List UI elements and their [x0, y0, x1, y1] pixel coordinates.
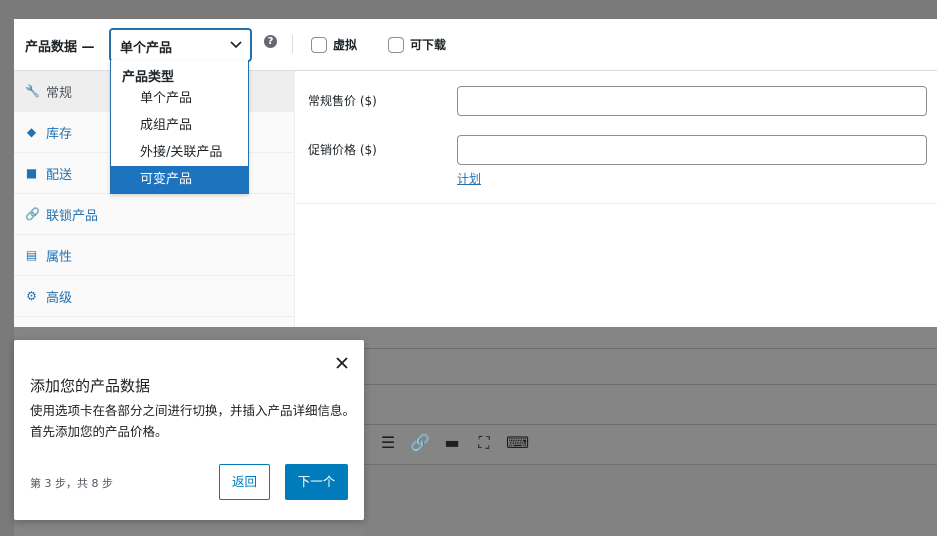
dropdown-group-label: 产品类型 — [122, 70, 175, 85]
editor-divider — [364, 348, 937, 349]
align-right-icon[interactable]: ☰ — [378, 433, 398, 453]
list-icon: ▤ — [25, 248, 38, 262]
dropdown-option-grouped[interactable]: 成组产品 — [111, 112, 248, 139]
tab-label: 属性 — [46, 249, 73, 265]
panel-title: 产品数据 — — [25, 40, 95, 55]
link-icon: 🔗 — [25, 207, 40, 221]
downloadable-checkbox-wrap[interactable]: 可下载 — [388, 36, 446, 53]
virtual-checkbox[interactable] — [311, 36, 327, 53]
tour-title: 添加您的产品数据 — [30, 377, 151, 395]
editor-content[interactable] — [364, 464, 937, 536]
sale-price-label: 促销价格 ($) — [308, 143, 377, 157]
editor-toolbar: ☰ 🔗 ▬ ⛶ ⌨ — [378, 433, 529, 453]
fullscreen-icon[interactable]: ⛶ — [474, 433, 494, 453]
product-type-dropdown: 产品类型 单个产品 成组产品 外接/关联产品 可变产品 — [110, 60, 249, 194]
sale-price-input[interactable] — [457, 135, 927, 165]
gear-icon: ⚙ — [26, 289, 37, 303]
tab-attributes[interactable]: ▤ 属性 — [14, 235, 295, 276]
tab-label: 高级 — [46, 290, 73, 306]
tab-label: 联锁产品 — [46, 208, 99, 224]
tag-icon: ◆ — [26, 125, 37, 139]
editor-divider — [364, 384, 937, 385]
tour-step-counter: 第 3 步，共 8 步 — [30, 477, 113, 490]
tab-label: 库存 — [46, 126, 73, 142]
truck-icon: ■ — [25, 166, 38, 180]
tab-label: 常规 — [46, 85, 73, 101]
product-type-select[interactable]: 单个产品 — [110, 29, 251, 61]
keyboard-icon[interactable]: ⌨ — [506, 433, 529, 453]
dropdown-option-simple[interactable]: 单个产品 — [111, 85, 248, 112]
close-icon[interactable] — [336, 355, 348, 373]
wrench-icon: 🔧 — [25, 84, 40, 98]
regular-price-label: 常规售价 ($) — [308, 94, 377, 108]
chevron-down-icon — [230, 36, 242, 57]
virtual-label: 虚拟 — [333, 38, 358, 52]
virtual-checkbox-wrap[interactable]: 虚拟 — [311, 36, 357, 53]
schedule-link[interactable]: 计划 — [457, 170, 481, 187]
downloadable-label: 可下载 — [410, 38, 447, 52]
dropdown-option-variable[interactable]: 可变产品 — [111, 166, 248, 193]
help-icon[interactable]: ? — [264, 35, 277, 48]
read-more-icon[interactable]: ▬ — [442, 433, 462, 453]
tab-label: 配送 — [46, 167, 73, 183]
next-button[interactable]: 下一个 — [285, 464, 348, 500]
downloadable-checkbox[interactable] — [388, 36, 404, 53]
product-type-value: 单个产品 — [120, 41, 173, 56]
back-button[interactable]: 返回 — [219, 464, 270, 500]
dropdown-option-external[interactable]: 外接/关联产品 — [111, 139, 248, 166]
fields-divider — [295, 203, 937, 204]
tab-advanced[interactable]: ⚙ 高级 — [14, 276, 295, 317]
tour-body: 使用选项卡在各部分之间进行切换，并插入产品详细信息。 首先添加您的产品价格。 — [30, 403, 356, 439]
link-icon[interactable]: 🔗 — [410, 433, 430, 453]
tab-linked-products[interactable]: 🔗 联锁产品 — [14, 194, 295, 235]
regular-price-input[interactable] — [457, 86, 927, 116]
editor-divider — [364, 424, 937, 425]
tour-tooltip: 添加您的产品数据 使用选项卡在各部分之间进行切换，并插入产品详细信息。 首先添加… — [14, 340, 364, 520]
header-divider — [292, 35, 293, 53]
